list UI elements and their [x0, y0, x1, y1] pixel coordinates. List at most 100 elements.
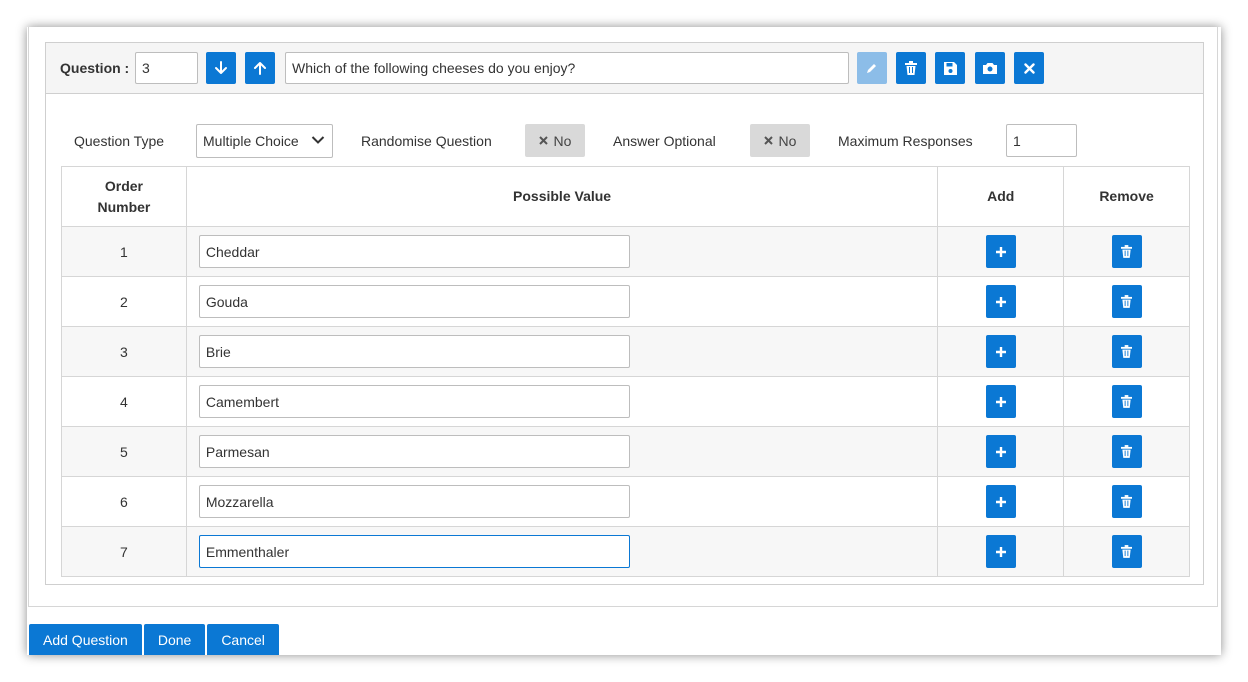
footer-buttons: Add Question Done Cancel	[29, 624, 279, 655]
max-responses-input[interactable]	[1006, 124, 1077, 157]
remove-cell	[1063, 476, 1190, 527]
plus-icon	[995, 446, 1006, 457]
add-cell	[937, 476, 1065, 527]
possible-values-table: Order Number Possible Value Add Remove 1…	[61, 166, 1190, 577]
question-editor-window: Question : 3 Which of the following chee…	[27, 27, 1221, 655]
possible-value-cell	[185, 476, 939, 527]
possible-value-input[interactable]	[198, 235, 630, 268]
max-responses-label: Maximum Responses	[838, 133, 973, 149]
chevron-down-icon	[311, 136, 325, 144]
possible-value-input[interactable]	[198, 535, 630, 568]
remove-cell	[1063, 376, 1190, 427]
add-value-button[interactable]	[985, 235, 1016, 268]
question-toolbar: Question :	[46, 43, 1203, 94]
order-number-cell: 3	[61, 326, 187, 377]
table-row: 7	[61, 526, 1190, 577]
plus-icon	[995, 496, 1006, 507]
add-cell	[937, 326, 1065, 377]
add-value-button[interactable]	[985, 485, 1016, 518]
possible-value-input[interactable]	[198, 385, 630, 418]
remove-value-button[interactable]	[1111, 535, 1142, 568]
possible-value-cell	[185, 326, 939, 377]
cancel-button[interactable]: Cancel	[207, 624, 279, 655]
close-icon	[1023, 62, 1035, 74]
table-row: 4	[61, 376, 1190, 427]
order-number-cell: 6	[61, 476, 187, 527]
add-cell	[937, 276, 1065, 327]
plus-icon	[995, 346, 1006, 357]
possible-value-cell	[185, 426, 939, 477]
add-header: Add	[937, 166, 1065, 227]
possible-value-input[interactable]	[198, 285, 630, 318]
add-value-button[interactable]	[985, 285, 1016, 318]
remove-value-button[interactable]	[1111, 235, 1142, 268]
arrow-up-icon	[254, 62, 266, 75]
add-value-button[interactable]	[985, 385, 1016, 418]
remove-value-button[interactable]	[1111, 485, 1142, 518]
trash-icon	[1121, 545, 1133, 558]
remove-cell	[1063, 226, 1190, 277]
delete-question-button[interactable]	[896, 52, 926, 84]
trash-icon	[905, 61, 917, 75]
add-value-button[interactable]	[985, 435, 1016, 468]
trash-icon	[1121, 395, 1133, 408]
add-cell	[937, 226, 1065, 277]
plus-icon	[995, 296, 1006, 307]
add-value-button[interactable]	[985, 335, 1016, 368]
question-type-select[interactable]: Multiple Choice	[196, 124, 333, 158]
question-type-value: Multiple Choice	[203, 133, 299, 149]
camera-icon	[983, 63, 997, 74]
possible-value-cell	[185, 526, 939, 577]
optional-value: No	[778, 132, 797, 149]
trash-icon	[1121, 445, 1133, 458]
save-button[interactable]	[935, 52, 965, 84]
optional-toggle[interactable]: No	[750, 124, 810, 157]
add-question-button[interactable]: Add Question	[29, 624, 142, 655]
possible-value-header: Possible Value	[185, 166, 939, 227]
pencil-icon	[867, 64, 876, 73]
question-label: Question :	[60, 60, 130, 76]
remove-header: Remove	[1063, 166, 1190, 227]
x-icon	[538, 136, 548, 145]
trash-icon	[1121, 295, 1133, 308]
plus-icon	[995, 396, 1006, 407]
possible-value-input[interactable]	[198, 435, 630, 468]
remove-value-button[interactable]	[1111, 335, 1142, 368]
possible-value-cell	[185, 276, 939, 327]
optional-label: Answer Optional	[613, 133, 716, 149]
randomise-toggle[interactable]: No	[525, 124, 585, 157]
done-button[interactable]: Done	[143, 624, 206, 655]
remove-cell	[1063, 326, 1190, 377]
arrow-down-icon	[215, 61, 227, 74]
remove-cell	[1063, 526, 1190, 577]
remove-cell	[1063, 276, 1190, 327]
plus-icon	[995, 546, 1006, 557]
order-header-line1: Order	[104, 177, 143, 194]
remove-value-button[interactable]	[1111, 385, 1142, 418]
possible-value-cell	[185, 376, 939, 427]
order-number-cell: 7	[61, 526, 187, 577]
move-down-button[interactable]	[206, 52, 236, 84]
table-row: 6	[61, 476, 1190, 527]
possible-value-input[interactable]	[198, 335, 630, 368]
possible-value-input[interactable]	[198, 485, 630, 518]
close-button[interactable]	[1014, 52, 1044, 84]
trash-icon	[1121, 495, 1133, 508]
question-text-input[interactable]	[285, 52, 849, 84]
table-row: 5	[61, 426, 1190, 477]
table-row: 1	[61, 226, 1190, 277]
x-icon	[763, 136, 773, 145]
camera-button[interactable]	[975, 52, 1005, 84]
question-number-input[interactable]	[135, 52, 198, 84]
add-cell	[937, 426, 1065, 477]
add-cell	[937, 526, 1065, 577]
move-up-button[interactable]	[245, 52, 275, 84]
add-cell	[937, 376, 1065, 427]
remove-value-button[interactable]	[1111, 285, 1142, 318]
remove-value-button[interactable]	[1111, 435, 1142, 468]
editor-card: Question : 3 Which of the following chee…	[28, 27, 1218, 607]
edit-button[interactable]	[857, 52, 887, 84]
add-value-button[interactable]	[985, 535, 1016, 568]
order-number-cell: 1	[61, 226, 187, 277]
table-row: 2	[61, 276, 1190, 327]
